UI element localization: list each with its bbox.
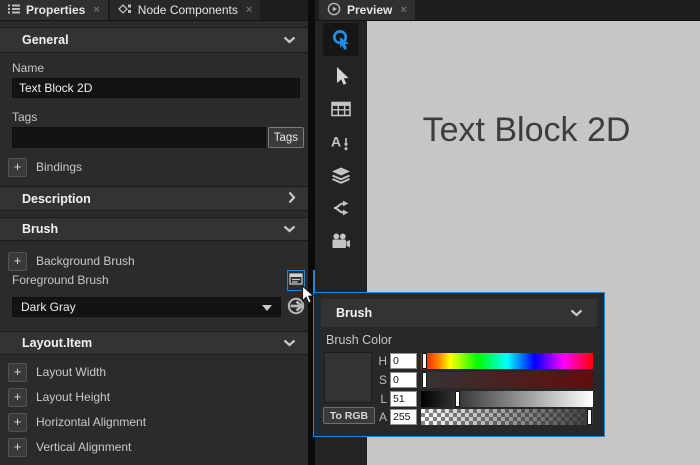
vertical-alignment-label: Vertical Alignment [36,440,131,454]
add-layout-width-button[interactable]: + [8,363,27,382]
section-layout-item[interactable]: Layout.Item [0,331,308,355]
saturation-slider-marker[interactable] [422,372,427,388]
hue-slider[interactable] [421,353,593,369]
tags-input[interactable] [12,127,266,148]
saturation-row: S [374,371,593,388]
add-background-brush-button[interactable]: + [8,252,27,271]
layers-tool[interactable] [323,163,359,187]
layout-width-label: Layout Width [36,365,106,379]
alpha-row: A [374,408,593,425]
popup-brush-title: Brush [336,306,372,320]
layout-height-label: Layout Height [36,390,110,404]
tab-node-components[interactable]: Node Components × [110,0,261,20]
tags-row: Tags [12,127,304,148]
mouse-cursor [301,285,315,310]
lightness-input[interactable] [390,391,417,407]
add-horizontal-alignment-button[interactable]: + [8,413,27,432]
layout-height-row: + Layout Height [8,387,300,407]
chevron-down-icon [262,300,272,314]
foreground-brush-value: Dark Gray [21,300,76,314]
chevron-down-icon [283,33,296,47]
tab-properties-label: Properties [26,3,85,17]
foreground-brush-row: Foreground Brush [12,271,305,292]
vertical-alignment-row: + Vertical Alignment [8,437,300,457]
background-brush-row: + Background Brush [8,251,300,271]
brush-color-popup: Brush Brush Color To RGB H S L [313,292,605,437]
grid-tool[interactable] [323,97,359,121]
name-label: Name [12,61,296,76]
chevron-right-icon [288,191,296,207]
layout-width-row: + Layout Width [8,362,300,382]
foreground-brush-label: Foreground Brush [12,271,109,289]
close-icon[interactable]: × [246,4,252,16]
close-icon[interactable]: × [400,4,406,16]
brush-color-label: Brush Color [326,333,392,347]
alpha-label: A [374,410,387,424]
svg-text:A: A [331,134,341,150]
saturation-slider[interactable] [421,372,593,388]
properties-panel: Properties × Node Components × General N… [0,0,308,465]
list-icon [8,3,20,18]
color-swatch [324,352,372,403]
section-brush-title: Brush [22,222,58,236]
play-circle-icon [327,2,341,19]
horizontal-alignment-row: + Horizontal Alignment [8,412,300,432]
add-layout-height-button[interactable]: + [8,388,27,407]
foreground-brush-dropdown[interactable]: Dark Gray [12,297,281,317]
foreground-brush-dropdown-row: Dark Gray [12,297,306,317]
to-rgb-button[interactable]: To RGB [323,407,375,424]
horizontal-alignment-label: Horizontal Alignment [36,415,146,429]
tab-properties[interactable]: Properties × [0,0,108,20]
preview-tab-bar: Preview × [315,0,700,21]
lightness-row: L [374,390,593,407]
hue-input[interactable] [390,353,417,369]
tab-node-components-label: Node Components [138,3,238,17]
chevron-down-icon [283,336,296,350]
text-tool[interactable]: A [323,130,359,154]
alpha-slider-marker[interactable] [587,409,592,425]
section-general[interactable]: General [0,27,308,53]
tags-label: Tags [12,110,296,125]
add-binding-button[interactable]: + [8,158,27,177]
lightness-slider[interactable] [421,391,593,407]
node-components-icon [118,3,132,18]
camera-tool[interactable] [323,229,359,253]
connections-tool[interactable] [323,196,359,220]
lightness-slider-marker[interactable] [455,391,460,407]
section-layout-item-title: Layout.Item [22,336,92,350]
bindings-row: + Bindings [8,157,300,177]
add-vertical-alignment-button[interactable]: + [8,438,27,457]
hue-slider-marker[interactable] [422,353,427,369]
close-icon[interactable]: × [93,4,99,16]
lightness-label: L [374,392,387,406]
saturation-input[interactable] [390,372,417,388]
tab-preview[interactable]: Preview × [319,0,415,20]
alpha-input[interactable] [390,409,417,425]
section-general-title: General [22,33,69,47]
chevron-down-icon [570,306,583,320]
saturation-label: S [374,373,387,387]
section-description[interactable]: Description [0,186,308,211]
section-brush[interactable]: Brush [0,217,308,241]
background-brush-label: Background Brush [36,254,135,268]
tags-button[interactable]: Tags [268,127,304,148]
chevron-down-icon [283,222,296,236]
tab-preview-label: Preview [347,3,392,17]
canvas-text-block: Text Block 2D [367,111,686,150]
interact-tool[interactable] [323,23,359,56]
select-tool[interactable] [323,64,359,88]
section-description-title: Description [22,192,91,206]
alpha-slider[interactable] [421,409,593,425]
popup-section-brush[interactable]: Brush [321,299,597,327]
left-tab-bar: Properties × Node Components × [0,0,308,21]
hue-row: H [374,352,593,369]
bindings-label: Bindings [36,160,82,174]
kanzi-studio-window: Properties × Node Components × General N… [0,0,700,465]
hue-label: H [374,354,387,368]
name-input[interactable] [12,78,300,98]
